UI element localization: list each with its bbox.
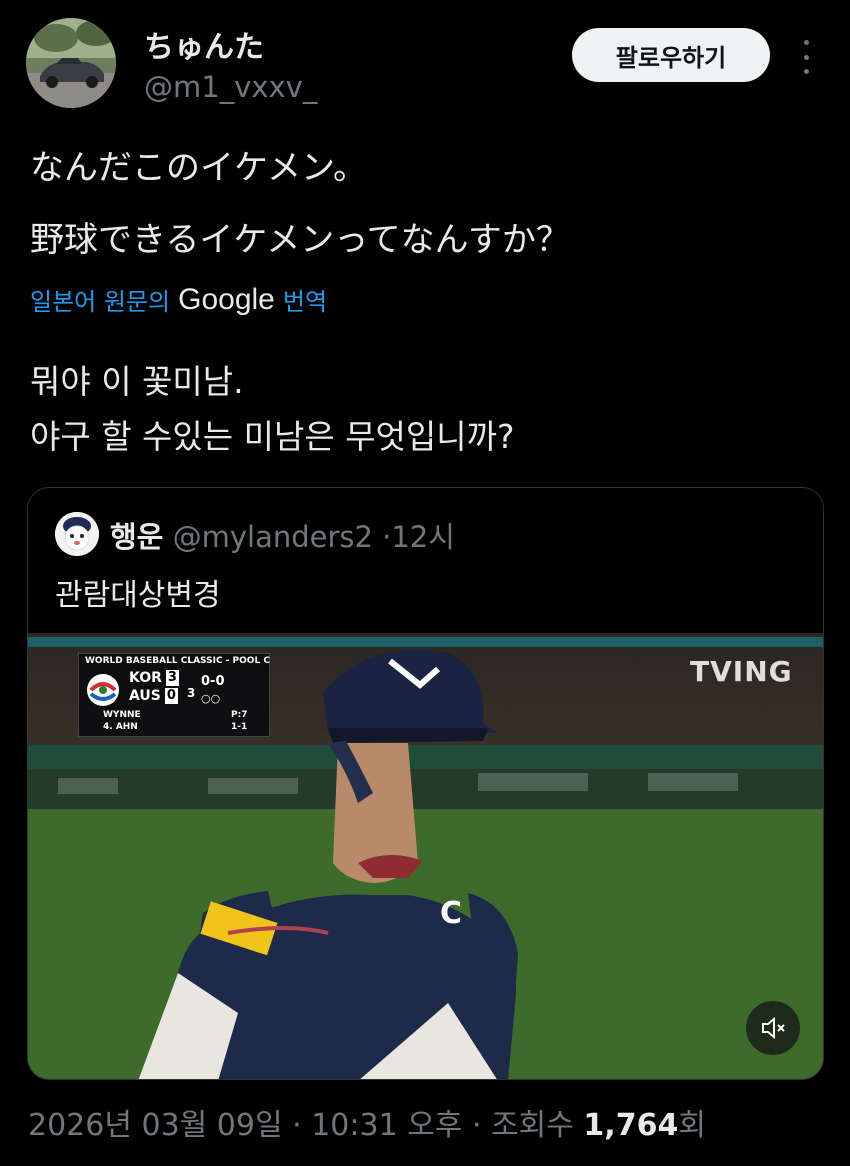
quoted-display-name[interactable]: 행운 [110, 520, 163, 554]
quoted-tweet-header: 행운 @mylanders2 ·12시 [110, 514, 455, 556]
quoted-author-avatar[interactable] [55, 512, 99, 556]
tweet-meta-footer: 2026년 03월 09일 · 10:31 오후 · 조회수 1,764회 [28, 1100, 706, 1144]
author-display-name[interactable]: ちゅんた [144, 22, 264, 66]
views-suffix: 회 [678, 1108, 706, 1143]
quoted-timestamp[interactable]: 12시 [391, 520, 455, 554]
scorebug-pitcher: WYNNE [103, 710, 141, 720]
scorebug-pitch-count: P:7 [231, 710, 248, 720]
mute-button[interactable] [746, 1001, 800, 1055]
wbc-logo-icon [87, 674, 119, 706]
views-label: 조회수 [491, 1108, 574, 1143]
views-count[interactable]: 1,764 [583, 1108, 678, 1143]
video-player[interactable]: C WORLD BASEBALL CLASSIC - POOL C KOR 3 [28, 633, 823, 1079]
scorebug-team1: KOR [129, 670, 162, 686]
quoted-handle[interactable]: @mylanders2 [173, 520, 373, 554]
scorebug-team2-row: AUS 0 [129, 688, 178, 704]
broadcaster-logo: TVING [690, 655, 793, 688]
jersey-letter: C [440, 896, 462, 931]
scorebug-batter: 4. AHN [103, 722, 138, 732]
translated-text-line-2: 야구 할 수있는 미남은 무엇입니까? [30, 417, 515, 456]
speaker-muted-icon [762, 1016, 785, 1040]
tweet-date[interactable]: 2026년 03월 09일 [28, 1108, 283, 1143]
scorebug-count: 0-0 [201, 674, 225, 689]
scorebug: WORLD BASEBALL CLASSIC - POOL C KOR 3 AU… [78, 653, 270, 737]
translation-attribution[interactable]: 일본어 원문의 Google 번역 [30, 282, 327, 317]
scorebug-batter-stat: 1-1 [231, 722, 248, 732]
scorebug-team1-row: KOR 3 [129, 670, 179, 686]
meta-separator: · [292, 1108, 302, 1143]
quoted-avatar-image [55, 512, 99, 556]
scorebug-title: WORLD BASEBALL CLASSIC - POOL C [85, 656, 270, 666]
more-options-icon[interactable] [794, 40, 818, 74]
translation-suffix: 번역 [282, 288, 328, 316]
tweet-time[interactable]: 10:31 오후 [311, 1108, 462, 1143]
quoted-tweet-text: 관람대상변경 [55, 578, 221, 613]
meta-separator: · [471, 1108, 482, 1143]
avatar-image [26, 18, 116, 108]
tweet-text-line-1: なんだこのイケメン。 [30, 148, 367, 188]
scorebug-score1: 3 [165, 670, 179, 686]
scorebug-outs: ○○ [201, 692, 221, 705]
translation-prefix: 일본어 원문의 [30, 288, 171, 316]
quoted-tweet-card[interactable]: 행운 @mylanders2 ·12시 관람대상변경 C WORLD BASEB… [27, 487, 824, 1080]
follow-button[interactable]: 팔로우하기 [572, 28, 770, 82]
google-logo: Google [178, 282, 275, 316]
meta-separator: · [382, 520, 392, 554]
scorebug-inning: 3 [187, 686, 196, 700]
author-handle[interactable]: @m1_vxxv_ [144, 70, 317, 104]
translated-text-line-1: 뭐야 이 꽃미남. [30, 362, 244, 401]
author-avatar[interactable] [26, 18, 116, 108]
tweet-text-line-2: 野球できるイケメンってなんすか？ [30, 220, 570, 260]
scorebug-team2: AUS [129, 688, 161, 704]
scorebug-score2: 0 [164, 688, 178, 704]
